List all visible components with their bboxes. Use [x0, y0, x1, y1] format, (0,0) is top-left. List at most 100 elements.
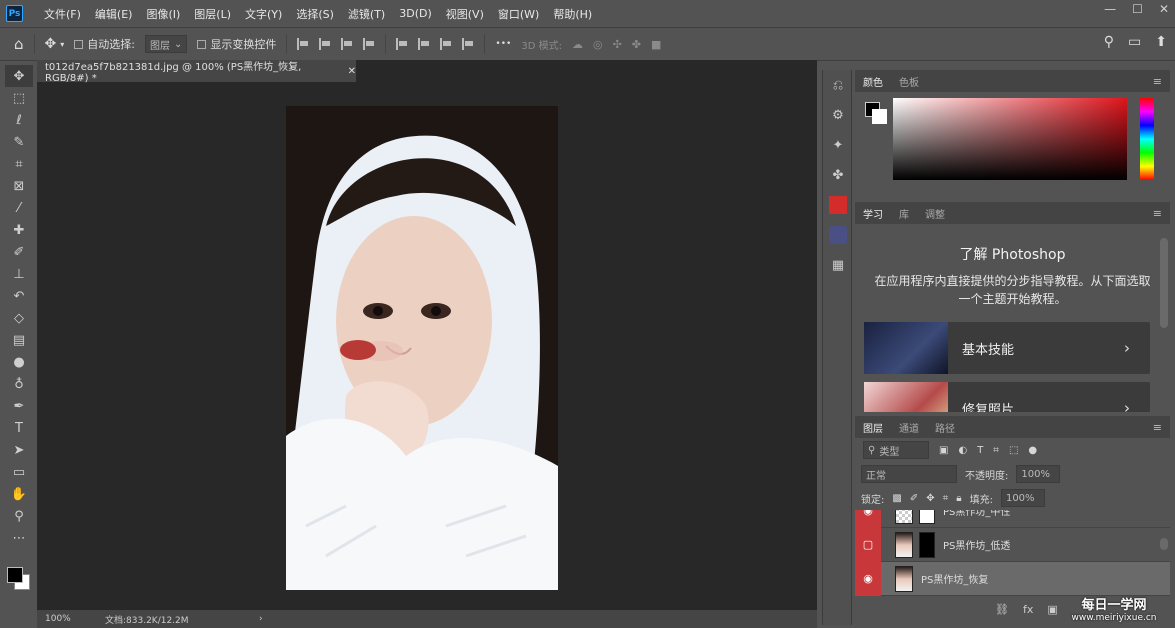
distribute-horizontal-icon[interactable] — [462, 38, 474, 50]
grid-icon[interactable]: ▦ — [823, 250, 853, 280]
canvas-image[interactable] — [286, 106, 558, 590]
auto-select-checkbox[interactable]: 自动选择: — [74, 36, 135, 52]
stamp-tool-icon[interactable]: ⊥ — [5, 263, 33, 285]
tab-adjustments[interactable]: 调整 — [925, 206, 945, 221]
dodge-tool-icon[interactable]: ♁ — [5, 373, 33, 395]
color-swatches[interactable] — [5, 557, 33, 597]
align-center-icon[interactable] — [319, 38, 331, 50]
workspace-icon[interactable]: ▭ — [1128, 34, 1141, 50]
brush-settings-icon[interactable]: ✦ — [823, 130, 853, 160]
maximize-button[interactable]: ☐ — [1132, 2, 1143, 16]
align-top-icon[interactable] — [396, 38, 408, 50]
filter-smart-icon[interactable]: ⬚ — [1009, 445, 1018, 456]
foreground-color[interactable] — [7, 567, 23, 583]
align-middle-icon[interactable] — [418, 38, 430, 50]
tab-color[interactable]: 颜色 — [863, 74, 883, 89]
chevron-right-icon[interactable]: › — [259, 614, 263, 624]
type-tool-icon[interactable]: T — [5, 417, 33, 439]
edit-toolbar-icon[interactable]: ⋯ — [5, 527, 33, 549]
filter-pixel-icon[interactable]: ▣ — [939, 445, 948, 456]
brushes-icon[interactable]: ✤ — [823, 160, 853, 190]
menu-3d[interactable]: 3D(D) — [392, 7, 439, 20]
crop-tool-icon[interactable]: ⌗ — [5, 153, 33, 175]
more-options-button[interactable]: ••• — [495, 39, 511, 49]
hue-slider[interactable] — [1140, 98, 1154, 180]
filter-type-icon[interactable]: T — [977, 445, 983, 456]
share-icon[interactable]: ⬆ — [1155, 34, 1167, 50]
pen-tool-icon[interactable]: ✒ — [5, 395, 33, 417]
chevron-down-icon[interactable]: ▾ — [60, 40, 64, 49]
healing-tool-icon[interactable]: ✚ — [5, 219, 33, 241]
move-tool-icon[interactable]: ✥ — [5, 65, 33, 87]
blend-mode-dropdown[interactable]: 正常 — [861, 465, 957, 483]
color-bg-swatch[interactable] — [872, 109, 887, 124]
distribute-vertical-icon[interactable] — [363, 38, 375, 50]
lock-transparent-icon[interactable]: ▩ — [892, 493, 901, 504]
layer-row[interactable]: ◉ PS黑作坊_中性 — [855, 510, 1170, 528]
panel-menu-icon[interactable]: ≡ — [1153, 207, 1162, 220]
tab-libraries[interactable]: 库 — [899, 206, 909, 221]
panel-menu-icon[interactable]: ≡ — [1153, 421, 1162, 434]
path-select-tool-icon[interactable]: ➤ — [5, 439, 33, 461]
move-tool-icon[interactable]: ✥ — [45, 36, 57, 52]
link-layers-icon[interactable]: ⛓ — [995, 603, 1009, 616]
eyedropper-tool-icon[interactable]: ⁄ — [5, 197, 33, 219]
home-icon[interactable]: ⌂ — [14, 35, 24, 53]
document-tab[interactable]: t012d7ea5f7b821381d.jpg @ 100% (PS黑作坊_恢复… — [37, 60, 357, 84]
eye-icon[interactable]: ◉ — [855, 510, 881, 528]
properties-icon[interactable]: ⚙ — [823, 100, 853, 130]
history-brush-icon[interactable]: ↶ — [5, 285, 33, 307]
menu-type[interactable]: 文字(Y) — [238, 6, 289, 22]
tab-layers[interactable]: 图层 — [863, 420, 883, 435]
history-icon[interactable]: ⎌ — [823, 70, 853, 100]
lock-paint-icon[interactable]: ✐ — [910, 493, 918, 504]
menu-view[interactable]: 视图(V) — [439, 6, 491, 22]
3d-camera-icon[interactable]: ■ — [651, 38, 661, 51]
menu-image[interactable]: 图像(I) — [139, 6, 187, 22]
learn-scrollbar[interactable] — [1160, 238, 1168, 328]
menu-edit[interactable]: 编辑(E) — [88, 6, 140, 22]
eye-hidden-icon[interactable]: ▢ — [855, 527, 881, 562]
plugin-icon[interactable] — [823, 220, 853, 250]
filter-adjust-icon[interactable]: ◐ — [958, 445, 967, 456]
add-mask-icon[interactable]: ▣ — [1047, 603, 1057, 616]
close-tab-icon[interactable]: ✕ — [348, 66, 356, 77]
fx-icon[interactable]: fx — [1023, 603, 1033, 616]
eraser-tool-icon[interactable]: ◇ — [5, 307, 33, 329]
frame-tool-icon[interactable]: ⊠ — [5, 175, 33, 197]
learn-card-fix-photo[interactable]: 修复照片 › — [864, 382, 1150, 412]
align-left-icon[interactable] — [297, 38, 309, 50]
3d-slide-icon[interactable]: ✤ — [632, 38, 641, 51]
align-right-icon[interactable] — [341, 38, 353, 50]
brush-tool-icon[interactable]: ✐ — [5, 241, 33, 263]
blur-tool-icon[interactable]: ● — [5, 351, 33, 373]
fill-input[interactable]: 100% — [1000, 489, 1045, 507]
zoom-level[interactable]: 100% — [37, 614, 79, 624]
gradient-tool-icon[interactable]: ▤ — [5, 329, 33, 351]
menu-help[interactable]: 帮助(H) — [546, 6, 599, 22]
eye-icon[interactable]: ◉ — [855, 561, 881, 596]
lock-all-icon[interactable]: 🔒︎ — [956, 493, 961, 504]
color-picker-field[interactable] — [893, 98, 1127, 180]
quick-select-tool-icon[interactable]: ✎ — [5, 131, 33, 153]
opacity-input[interactable]: 100% — [1016, 465, 1061, 483]
lock-move-icon[interactable]: ✥ — [926, 493, 934, 504]
filter-kind-dropdown[interactable]: ⚲ 类型 — [863, 441, 929, 459]
menu-file[interactable]: 文件(F) — [37, 6, 88, 22]
hand-tool-icon[interactable]: ✋ — [5, 483, 33, 505]
panel-menu-icon[interactable]: ≡ — [1153, 75, 1162, 88]
tab-learn[interactable]: 学习 — [863, 206, 883, 221]
shape-tool-icon[interactable]: ▭ — [5, 461, 33, 483]
tab-paths[interactable]: 路径 — [935, 420, 955, 435]
menu-layer[interactable]: 图层(L) — [187, 6, 238, 22]
search-icon[interactable]: ⚲ — [1104, 34, 1114, 50]
minimize-button[interactable]: — — [1104, 2, 1116, 16]
layer-row[interactable]: ▢ PS黑作坊_低透 — [855, 527, 1170, 562]
lasso-tool-icon[interactable]: ℓ — [5, 109, 33, 131]
layer-row-selected[interactable]: ◉ PS黑作坊_恢复 — [855, 561, 1170, 596]
filter-toggle-icon[interactable]: ● — [1028, 445, 1037, 456]
layers-scrollbar[interactable] — [1160, 538, 1168, 550]
3d-orbit-icon[interactable]: ☁ — [572, 38, 583, 51]
marquee-tool-icon[interactable]: ⬚ — [5, 87, 33, 109]
align-bottom-icon[interactable] — [440, 38, 452, 50]
